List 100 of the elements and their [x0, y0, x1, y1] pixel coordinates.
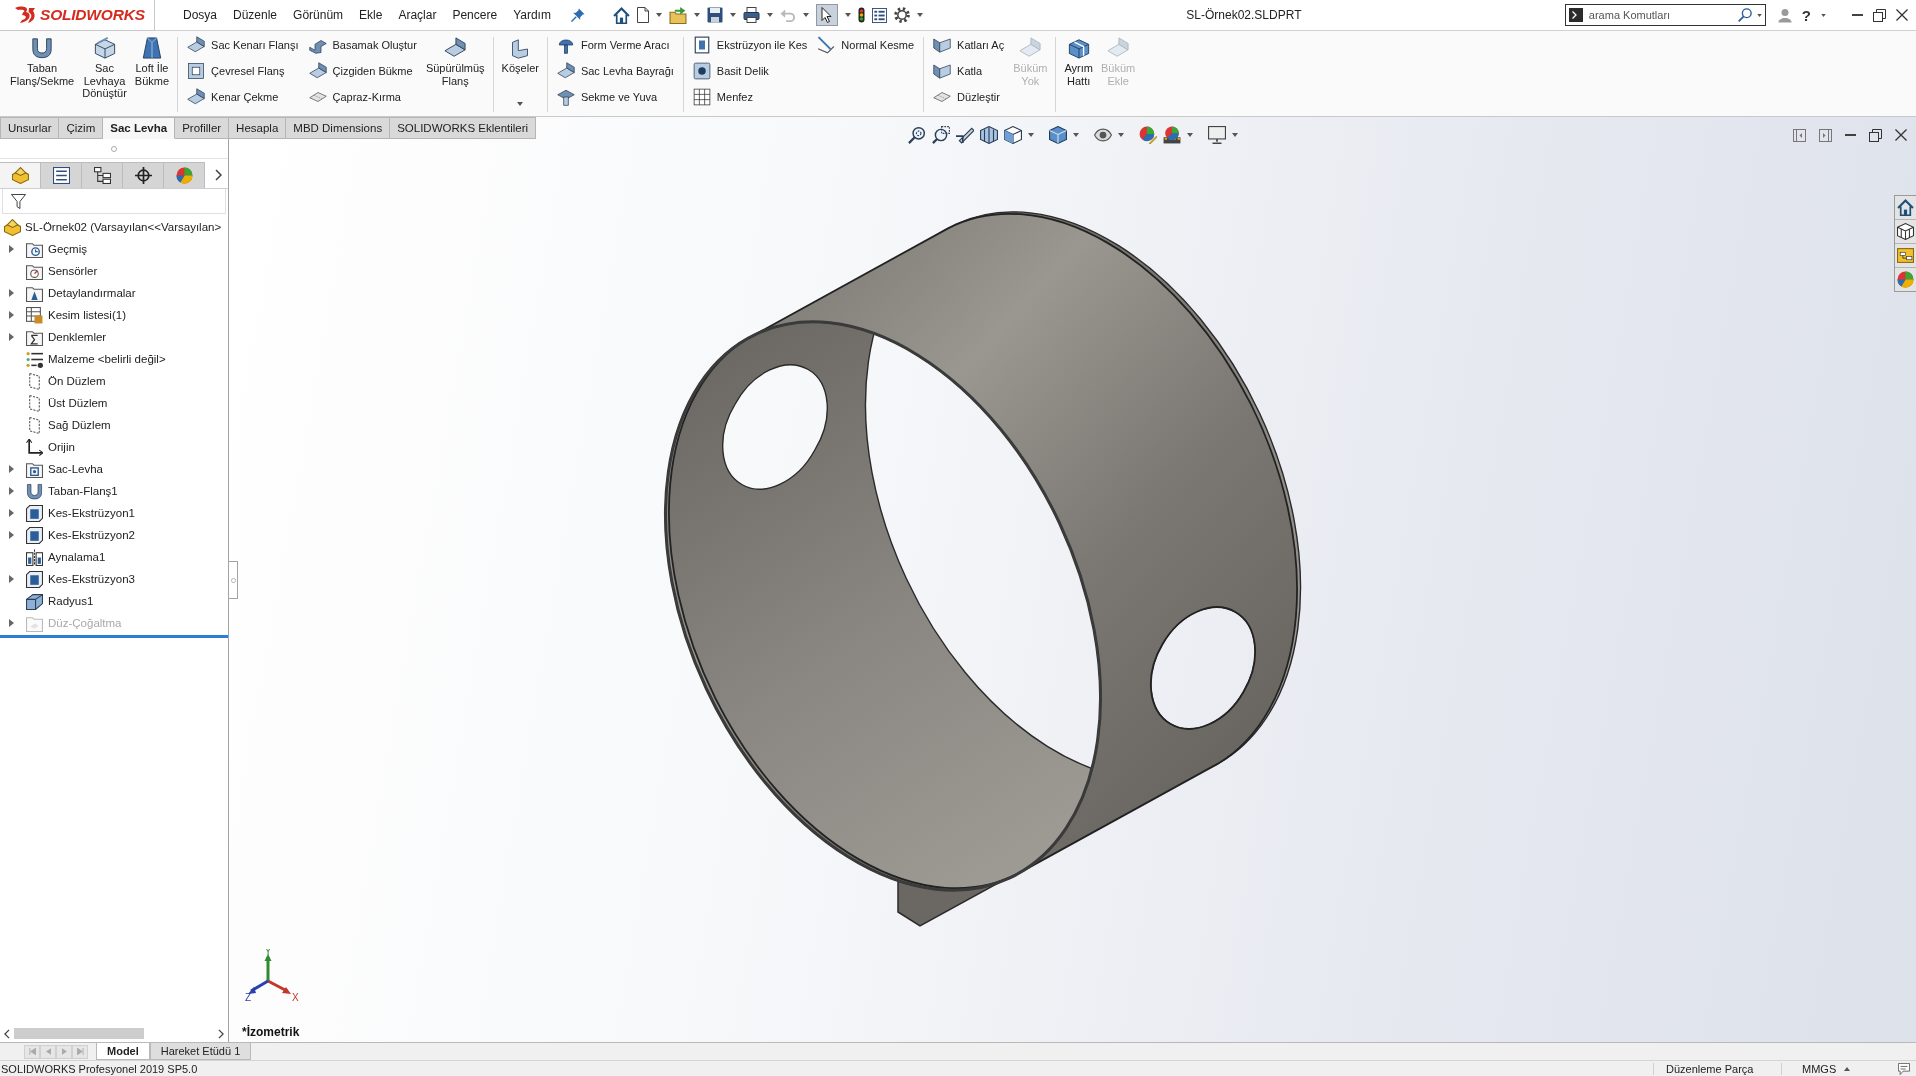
folder-tree-icon[interactable]: [1897, 247, 1914, 264]
ribbon-button[interactable]: Süpürülmüş Flanş: [422, 31, 488, 116]
search-field[interactable]: arama Komutları: [1564, 4, 1766, 26]
tree-root[interactable]: SL-Örnek02 (Varsayılan<<Varsayılan>: [0, 216, 228, 238]
command-tab[interactable]: Çizim: [59, 117, 104, 139]
gear-icon[interactable]: [893, 7, 910, 23]
ribbon-button[interactable]: Basit Delik: [688, 59, 812, 83]
scrollbar-thumb[interactable]: [14, 1028, 144, 1039]
cube-icon[interactable]: [1003, 126, 1022, 144]
model-tab[interactable]: Model: [96, 1043, 150, 1060]
tree-item[interactable]: Kes-Ekstrüzyon2: [0, 524, 228, 546]
expand-arrow-icon[interactable]: [9, 487, 14, 495]
menu-item[interactable]: Araçlar: [390, 8, 445, 22]
panel-tab[interactable]: [82, 162, 123, 188]
zoom-fit-icon[interactable]: [907, 126, 926, 144]
tree-item[interactable]: Sağ Düzlem: [0, 414, 228, 436]
expand-arrow-icon[interactable]: [9, 333, 14, 341]
color-wheel-icon[interactable]: [1897, 271, 1914, 288]
grip-dot-icon[interactable]: [111, 145, 117, 152]
filter-field[interactable]: [2, 189, 226, 214]
tree-item[interactable]: Aynalama1: [0, 546, 228, 568]
caret-icon[interactable]: [1027, 133, 1034, 137]
color-ball-icon[interactable]: [1162, 126, 1181, 144]
ribbon-button[interactable]: Katları Aç: [929, 33, 1009, 57]
caret-icon[interactable]: [655, 13, 662, 17]
bubble-icon[interactable]: [1898, 1062, 1910, 1075]
ribbon-button[interactable]: Sac Kenarı Flanşı: [183, 33, 303, 57]
monitor-icon[interactable]: [1207, 126, 1226, 144]
tree-item[interactable]: Ön Düzlem: [0, 370, 228, 392]
ribbon-button[interactable]: Çizgiden Bükme: [304, 59, 421, 83]
tree-item[interactable]: Radyus1: [0, 590, 228, 612]
ribbon-button[interactable]: Sekme ve Yuva: [552, 85, 678, 109]
restore-icon[interactable]: [1873, 8, 1886, 22]
caret-icon[interactable]: [1231, 133, 1238, 137]
menu-item[interactable]: Görünüm: [285, 8, 352, 22]
command-tab[interactable]: Profiller: [175, 117, 230, 139]
expand-arrow-icon[interactable]: [9, 531, 14, 539]
caret-icon[interactable]: [729, 13, 736, 17]
tree-item[interactable]: Sac-Levha: [0, 458, 228, 480]
help-button[interactable]: ?: [1801, 6, 1811, 24]
tree-item[interactable]: Kes-Ekstrüzyon3: [0, 568, 228, 590]
house-icon[interactable]: [1897, 199, 1914, 216]
tree-item[interactable]: Denklemler: [0, 326, 228, 348]
ribbon-button[interactable]: Normal Kesme: [813, 33, 919, 57]
expand-arrow-icon[interactable]: [9, 509, 14, 517]
caret-icon[interactable]: [1756, 14, 1762, 17]
zoom-area-icon[interactable]: [931, 126, 950, 144]
ribbon-button[interactable]: Ayrım Hattı: [1061, 31, 1096, 116]
ribbon-button[interactable]: Sac Levhaya Dönüştür: [79, 31, 130, 116]
sheet-metal-part[interactable]: [664, 211, 1302, 927]
expand-arrow-icon[interactable]: [9, 465, 14, 473]
tree-item[interactable]: Detaylandırmalar: [0, 282, 228, 304]
chevron-right-icon[interactable]: [215, 169, 222, 181]
model-tab[interactable]: Hareket Etüdü 1: [149, 1043, 252, 1060]
caret-icon[interactable]: [1117, 133, 1124, 137]
expand-arrow-icon[interactable]: [9, 575, 14, 583]
traffic-light-icon[interactable]: [857, 7, 865, 23]
menu-item[interactable]: Düzenle: [225, 8, 286, 22]
restore-icon[interactable]: [1869, 128, 1882, 142]
ribbon-button[interactable]: Basamak Oluştur: [304, 33, 421, 57]
tree-item[interactable]: Sensörler: [0, 260, 228, 282]
close-icon[interactable]: [1896, 9, 1908, 21]
close-icon[interactable]: [1895, 129, 1907, 141]
pin-icon[interactable]: [570, 8, 585, 22]
house-icon[interactable]: [612, 6, 630, 24]
caret-icon[interactable]: [802, 13, 809, 17]
caret-icon[interactable]: [1072, 133, 1079, 137]
folder-icon[interactable]: [668, 6, 687, 24]
ribbon-button[interactable]: Çevresel Flanş: [183, 59, 303, 83]
printer-icon[interactable]: [742, 7, 760, 23]
ribbon-button[interactable]: Menfez: [688, 85, 812, 109]
ribbon-button[interactable]: Düzleştir: [929, 85, 1009, 109]
caret-icon[interactable]: [1186, 133, 1193, 137]
caret-icon[interactable]: [844, 13, 851, 17]
previous-view-icon[interactable]: [955, 126, 974, 144]
menu-item[interactable]: Dosya: [175, 8, 225, 22]
tree-item[interactable]: Taban-Flanş1: [0, 480, 228, 502]
tile-right-icon[interactable]: [1819, 128, 1832, 142]
command-tab[interactable]: MBD Dimensions: [286, 117, 391, 139]
app-logo[interactable]: SOLIDWORKS: [0, 0, 155, 31]
chevron-left-icon[interactable]: [4, 1028, 10, 1039]
caret-icon[interactable]: [916, 13, 923, 17]
chevron-right-icon[interactable]: [218, 1028, 224, 1039]
tree-item[interactable]: Orijin: [0, 436, 228, 458]
ribbon-button[interactable]: Kenar Çekme: [183, 85, 303, 109]
panel-tab[interactable]: [123, 162, 164, 188]
eye-icon[interactable]: [1093, 128, 1112, 142]
user-icon[interactable]: [1777, 6, 1792, 24]
splitter-handle[interactable]: [229, 561, 238, 599]
tile-left-icon[interactable]: [1793, 128, 1806, 142]
ribbon-button[interactable]: Köşeler: [498, 31, 542, 116]
section-view-icon[interactable]: [979, 126, 998, 144]
ribbon-button[interactable]: Katla: [929, 59, 1009, 83]
ribbon-button[interactable]: Çapraz-Kırma: [304, 85, 421, 109]
select-tool-button[interactable]: [815, 4, 838, 26]
command-tab[interactable]: Unsurlar: [0, 117, 60, 139]
tree-item[interactable]: Kes-Ekstrüzyon1: [0, 502, 228, 524]
parts-cube-icon[interactable]: [1897, 223, 1914, 240]
menu-item[interactable]: Pencere: [444, 8, 506, 22]
panel-tab[interactable]: [41, 162, 82, 188]
